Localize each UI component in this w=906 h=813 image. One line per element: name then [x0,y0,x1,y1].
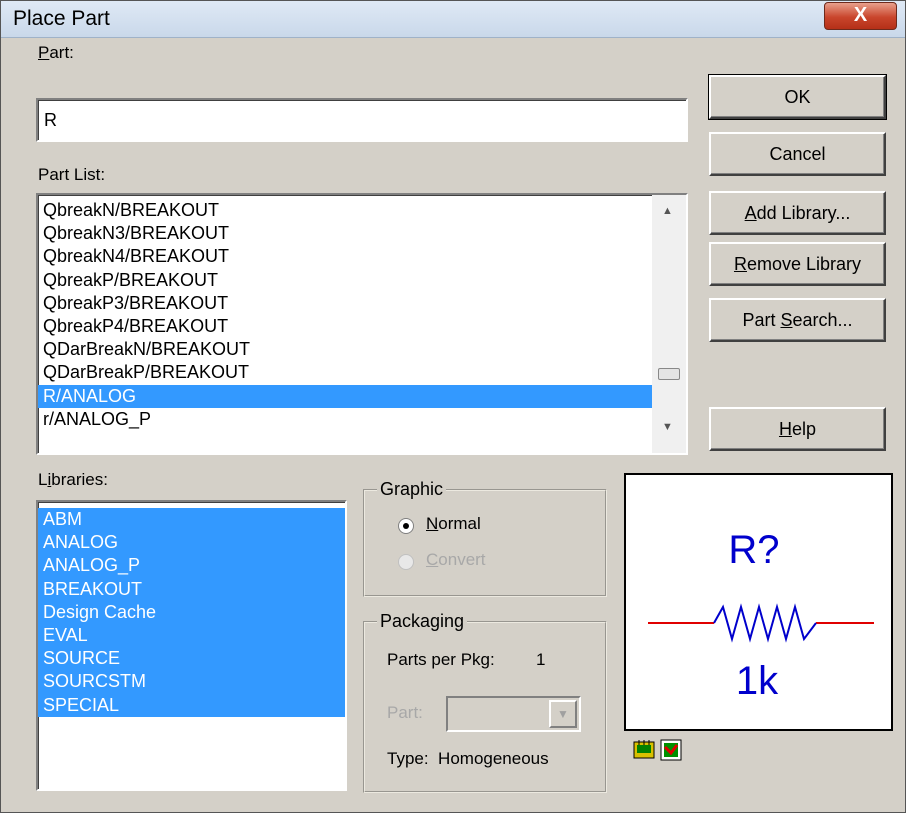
preview-refdes: R? [728,528,779,572]
normal-radio[interactable] [398,518,414,534]
add-library-label: dd Library... [756,203,851,223]
scroll-up-arrow-icon[interactable]: ▲ [662,205,673,217]
library-list-item[interactable]: Design Cache [38,600,345,624]
library-list-item[interactable]: ANALOG [38,531,345,555]
close-button[interactable]: X [824,2,897,30]
part-label-mnemonic: P [38,43,50,62]
graphic-group: Graphic Normal Convert [363,479,607,597]
help-button[interactable]: Help [709,407,886,451]
part-label-rest: art: [49,43,74,62]
library-list-item[interactable]: ANALOG_P [38,554,345,578]
graphic-group-title: Graphic [377,479,447,500]
remove-library-label: emove Library [746,254,862,274]
part-list-item[interactable]: QbreakP/BREAKOUT [38,269,652,292]
part-preview-toggle-icon[interactable] [660,739,682,761]
part-list-item[interactable]: R/ANALOG [38,384,652,408]
part-list-item[interactable]: QbreakN3/BREAKOUT [38,222,652,245]
part-list-label: Part List: [38,165,106,184]
library-list-item[interactable]: SPECIAL [38,693,345,717]
preview-value: 1k [736,659,779,703]
part-list[interactable]: QbreakN/BREAKOUT QbreakN3/BREAKOUT QbreakN… [36,193,688,455]
part-list-item[interactable]: QDarBreakP/BREAKOUT [38,361,652,384]
title-bar[interactable]: Place Part X [1,1,905,38]
library-list-item[interactable]: SOURCE [38,647,345,671]
libraries-list[interactable]: ABM ANALOG ANALOG_P BREAKOUT Design Cache EVA… [36,500,347,791]
part-list-scrollbar[interactable]: ▲ ▼ [652,195,686,453]
package-part-label: Part: [387,703,423,722]
add-library-button[interactable]: Add Library... [709,191,886,235]
part-search-button[interactable]: Part Search... [709,298,886,342]
libraries-label: Libraries: [38,470,108,489]
resistor-symbol-icon: R? 1k [648,528,874,703]
part-search-label-b: earch... [792,310,853,330]
help-label: elp [791,419,817,439]
parts-per-pkg-value: 1 [536,650,546,669]
library-list-item[interactable]: EVAL [38,623,345,648]
part-list-item[interactable]: QbreakN4/BREAKOUT [38,245,652,268]
part-preview: R? 1k [624,473,893,731]
part-list-item[interactable]: QbreakP4/BREAKOUT [38,315,652,338]
type-label: Type: Homogeneous [387,749,549,768]
library-list-item[interactable]: ABM [38,508,345,532]
library-list-item[interactable]: BREAKOUT [38,577,345,601]
normal-radio-label[interactable]: Normal [426,514,481,534]
convert-radio [398,554,414,570]
packaging-group-title: Packaging [377,611,468,632]
pcb-footprint-icon[interactable] [633,739,655,761]
library-list-item[interactable]: SOURCSTM [38,670,345,694]
remove-library-button[interactable]: Remove Library [709,242,886,286]
part-list-item[interactable]: QDarBreakN/BREAKOUT [38,338,652,361]
part-list-item[interactable]: QbreakN/BREAKOUT [38,199,652,222]
scroll-down-arrow-icon[interactable]: ▼ [662,421,673,433]
convert-radio-label: Convert [426,550,486,569]
part-list-item[interactable]: QbreakP3/BREAKOUT [38,292,652,315]
part-input[interactable] [36,98,688,142]
window-title: Place Part [13,7,110,30]
place-part-dialog: Place Part X Part: Part List: QbreakN/BR… [0,0,906,813]
part-list-item[interactable]: r/ANALOG_P [38,408,652,431]
cancel-button[interactable]: Cancel [709,132,886,176]
package-part-select: ▼ [446,696,581,732]
part-label: Part: [38,43,74,63]
part-search-label-a: Part [742,310,781,330]
ok-button[interactable]: OK [708,74,887,120]
parts-per-pkg-label: Parts per Pkg: [387,650,495,669]
scroll-thumb[interactable] [658,368,680,380]
chevron-down-icon: ▼ [549,700,577,728]
